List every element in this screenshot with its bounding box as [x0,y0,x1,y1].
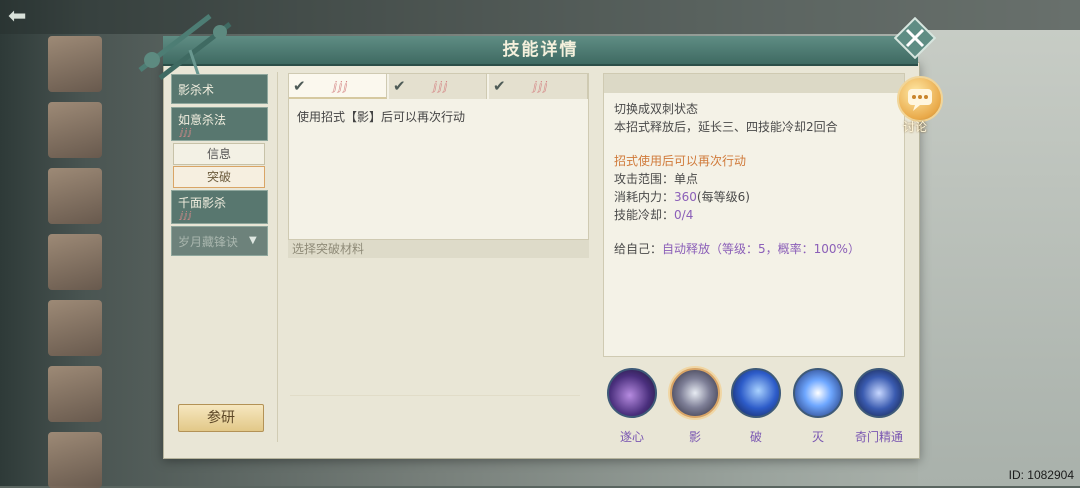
cost-value: 360 [674,190,697,204]
back-arrow-icon[interactable]: ⬅ [8,4,48,30]
skill-item-label: 影杀术 [178,83,215,97]
breakthrough-tab-3[interactable]: ✔ ⅉⅉⅉ [489,74,588,99]
cost-suffix: (每等级6) [696,190,750,204]
skill-icon-row: 遂心 影 破 灭 奇门精通 [603,368,913,448]
sui-xin-skill-icon[interactable] [607,368,657,418]
skill-icon-label: 奇门精通 [854,430,903,444]
discuss-label: 讨论 [903,120,928,134]
column-divider [277,72,278,442]
tab-info[interactable]: 信息 [173,143,265,165]
skill-item-ying-sha-shu[interactable]: 影杀术 [171,74,268,104]
skill-item-label: 岁月藏锋诀 [178,235,239,249]
skill-item-ru-yi-sha-fa[interactable]: 如意杀法 ⅉⅉⅉ [171,107,268,141]
avatar [48,168,102,224]
self-effect-value: 自动释放（等级：5，概率：100%） [662,242,860,256]
skill-info-panel: 切换成双刺状态 本招式释放后，延长三、四技能冷却2回合 招式使用后可以再次行动 … [603,73,905,357]
skill-stars: ⅉⅉⅉ [180,211,193,221]
avatar [48,36,102,92]
scroll-icon: ▼ [249,235,257,246]
cost-label: 消耗内力： [614,190,675,204]
tab-stars: ⅉⅉⅉ [333,79,349,93]
skill-item-sui-yue-cang-feng-jue[interactable]: 岁月藏锋诀 ▼ [171,226,268,256]
skill-icon-label: 影 [688,430,701,444]
breakthrough-description: 使用招式【影】后可以再次行动 [297,110,466,124]
check-icon: ✔ [293,77,306,95]
page-title: 技能详情 [502,40,579,60]
research-button[interactable]: 参研 [178,404,264,432]
breakthrough-tab-2[interactable]: ✔ ⅉⅉⅉ [389,74,487,99]
check-icon: ✔ [493,77,506,95]
breakthrough-panel: ✔ ⅉⅉⅉ ✔ ⅉⅉⅉ ✔ ⅉⅉⅉ 使用招式【影】后可以再次行动 [288,73,589,240]
discuss-button[interactable] [897,76,943,122]
background-character-list [40,30,160,488]
info-header-bar [604,74,904,93]
ying-skill-icon[interactable] [670,368,720,418]
self-effect: 给自己：自动释放（等级：5，概率：100%） [614,240,860,257]
skill-effect-line-2: 本招式释放后，延长三、四技能冷却2回合 [614,120,838,134]
avatar [48,300,102,356]
breakthrough-tabs: ✔ ⅉⅉⅉ ✔ ⅉⅉⅉ ✔ ⅉⅉⅉ [289,74,588,100]
check-icon: ✔ [393,77,406,95]
skill-cooldown: 技能冷却：0/4 [614,206,693,223]
crossed-swords-decoration-icon [138,14,232,81]
cooldown-label: 技能冷却： [614,208,675,222]
tab-stars: ⅉⅉⅉ [533,79,549,93]
tab-stars: ⅉⅉⅉ [433,79,449,93]
avatar [48,366,102,422]
po-skill-icon[interactable] [731,368,781,418]
attack-range-value: 单点 [674,172,699,186]
skill-stars: ⅉⅉⅉ [180,128,193,138]
panel-header: 技能详情 [163,36,918,66]
skill-item-label: 千面影杀 [178,196,227,210]
divider [290,395,580,396]
skill-item-label: 如意杀法 [178,113,227,127]
avatar [48,102,102,158]
qi-men-jing-tong-skill-icon[interactable] [854,368,904,418]
attack-range-label: 攻击范围： [614,172,675,186]
tab-breakthrough[interactable]: 突破 [173,166,265,188]
self-effect-label: 给自己： [614,242,663,256]
mie-skill-icon[interactable] [793,368,843,418]
skill-effect-line-1: 切换成双刺状态 [614,102,699,116]
material-selector[interactable]: 选择突破材料 [288,240,589,258]
skill-icon-label: 遂心 [619,430,644,444]
skill-icon-label: 破 [749,430,762,444]
skill-icon-label: 灭 [811,430,824,444]
breakthrough-tab-1[interactable]: ✔ ⅉⅉⅉ [289,74,387,99]
avatar [48,234,102,290]
skill-item-qian-mian-ying-sha[interactable]: 千面影杀 ⅉⅉⅉ [171,190,268,224]
close-icon[interactable] [894,17,936,59]
image-id-label: ID: 1082904 [1008,468,1074,482]
cooldown-value: 0/4 [674,208,694,222]
chat-bubble-icon [908,89,932,111]
breakthrough-effect: 招式使用后可以再次行动 [614,154,747,168]
inner-power-cost: 消耗内力：360(每等级6) [614,188,750,205]
avatar [48,432,102,488]
attack-range: 攻击范围：单点 [614,170,698,187]
